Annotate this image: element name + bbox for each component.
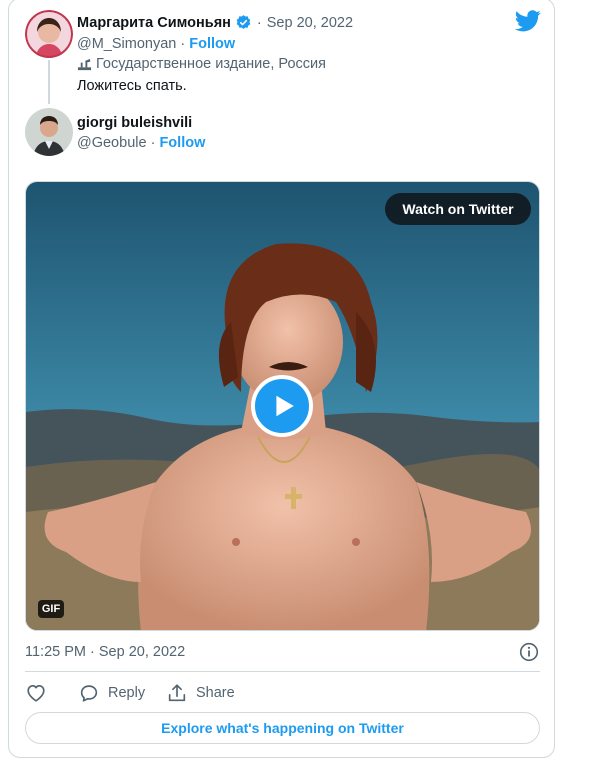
author-avatar[interactable] <box>25 10 73 58</box>
tweet-timestamp[interactable]: 11:25 PM · Sep 20, 2022 <box>25 644 185 660</box>
watch-on-twitter-button[interactable]: Watch on Twitter <box>385 193 531 225</box>
reply-label: Reply <box>108 685 146 701</box>
tweet-text: Ложитесь спать. <box>77 78 187 94</box>
follow-separator: · <box>180 36 186 52</box>
like-button[interactable] <box>25 682 47 704</box>
tweet-date[interactable]: Sep 20, 2022 <box>267 15 353 31</box>
reply-author-avatar[interactable] <box>25 108 73 156</box>
state-media-icon <box>77 58 92 70</box>
verified-badge-icon <box>236 15 251 29</box>
gif-badge: GIF <box>38 600 64 618</box>
share-button[interactable]: Share <box>166 682 235 704</box>
reply-follow-button[interactable]: Follow <box>159 135 205 151</box>
reply-icon <box>80 685 98 702</box>
reply-author-name[interactable]: giorgi buleishvili <box>77 115 192 131</box>
author-name[interactable]: Маргарита Симоньян <box>77 15 231 31</box>
share-icon <box>168 684 186 702</box>
info-icon[interactable] <box>519 642 539 662</box>
reply-button[interactable]: Reply <box>78 682 145 704</box>
follow-button[interactable]: Follow <box>189 36 235 52</box>
date-separator: · <box>256 14 262 31</box>
footer-divider <box>25 671 540 672</box>
author-handle[interactable]: @M_Simonyan <box>77 36 176 52</box>
state-media-label: Государственное издание, Россия <box>96 56 326 72</box>
play-icon <box>276 395 294 417</box>
explore-button[interactable]: Explore what's happening on Twitter <box>25 712 540 744</box>
reply-author-handle[interactable]: @Geobule <box>77 135 147 151</box>
twitter-bird-icon[interactable] <box>515 10 541 32</box>
thread-connector <box>48 60 50 104</box>
share-label: Share <box>196 685 235 701</box>
play-button[interactable] <box>251 375 313 437</box>
heart-icon <box>27 685 45 702</box>
reply-follow-separator: · <box>150 135 156 151</box>
